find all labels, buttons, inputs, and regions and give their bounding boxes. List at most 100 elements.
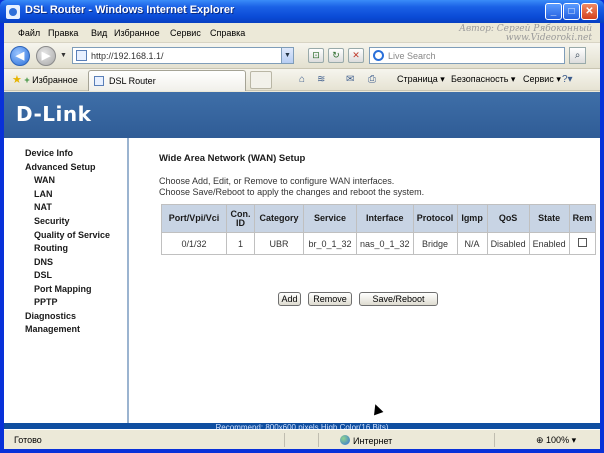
page-menu[interactable]: Страница ▾ — [397, 74, 445, 85]
page-icon — [76, 50, 87, 61]
save-reboot-button[interactable]: Save/Reboot — [359, 292, 438, 306]
status-text: Готово — [14, 435, 42, 445]
sidebar: Device Info Advanced Setup WAN LAN NAT S… — [4, 138, 129, 423]
menu-tools[interactable]: Сервис — [170, 28, 201, 38]
search-icon[interactable]: ⌕ — [569, 47, 586, 64]
status-divider — [318, 433, 319, 447]
star-icon: ★ — [12, 74, 22, 86]
maximize-button[interactable]: □ — [563, 3, 580, 20]
security-zone[interactable]: Интернет — [340, 435, 392, 446]
table-header-row: Port/Vpi/Vci Con. ID Category Service In… — [161, 204, 597, 233]
menu-bar: Файл Правка Вид Избранное Сервис Справка… — [4, 23, 600, 43]
tab-title: DSL Router — [109, 76, 156, 86]
page-description-1: Choose Add, Edit, or Remove to configure… — [159, 176, 395, 186]
sidebar-item-diagnostics[interactable]: Diagnostics — [25, 311, 76, 321]
page-title: Wide Area Network (WAN) Setup — [159, 153, 306, 164]
window-title: DSL Router - Windows Internet Explorer — [25, 4, 235, 16]
zoom-control[interactable]: ⊕ 100% ▾ — [536, 435, 576, 446]
close-button[interactable]: ✕ — [581, 3, 598, 20]
url-dropdown-icon[interactable]: ▼ — [281, 48, 293, 63]
cell-port: 0/1/32 — [161, 232, 227, 255]
web-page: D-Link Device Info Advanced Setup WAN LA… — [4, 92, 600, 423]
address-bar: ◀ ▶ ▼ http://192.168.1.1/ ▼ ⊡ ↻ ✕ Live S… — [4, 43, 600, 69]
new-tab-button[interactable] — [250, 71, 272, 89]
sidebar-item-port-mapping[interactable]: Port Mapping — [34, 284, 92, 294]
sidebar-item-management[interactable]: Management — [25, 324, 80, 334]
sidebar-item-security[interactable]: Security — [34, 216, 70, 226]
status-divider — [494, 433, 495, 447]
remove-checkbox[interactable] — [577, 238, 587, 247]
url-field[interactable]: http://192.168.1.1/ ▼ — [72, 47, 294, 64]
sidebar-item-advanced-setup[interactable]: Advanced Setup — [25, 162, 96, 172]
live-search-icon — [373, 50, 384, 61]
title-bar[interactable]: DSL Router - Windows Internet Explorer _… — [0, 0, 604, 23]
search-field[interactable]: Live Search — [369, 47, 565, 64]
tools-menu[interactable]: Сервис ▾ — [523, 74, 561, 85]
status-divider — [284, 433, 285, 447]
menu-help[interactable]: Справка — [210, 28, 245, 38]
command-bar: ★ + Избранное DSL Router ⌂ ≋ ✉ ⎙ Страниц… — [4, 69, 600, 91]
minimize-button[interactable]: _ — [545, 3, 562, 20]
feeds-icon[interactable]: ≋ — [317, 74, 325, 85]
status-bar: Готово Интернет ⊕ 100% ▾ — [4, 429, 600, 449]
favorites-button[interactable]: ★ + Избранное — [12, 73, 78, 86]
wan-table: Port/Vpi/Vci Con. ID Category Service In… — [161, 204, 597, 255]
col-igmp: Igmp — [456, 204, 488, 233]
menu-favorites[interactable]: Избранное — [114, 28, 160, 38]
ie-icon — [6, 5, 20, 19]
print-icon[interactable]: ⎙ — [368, 74, 376, 85]
browser-client: Файл Правка Вид Избранное Сервис Справка… — [4, 23, 600, 449]
stop-icon[interactable]: ✕ — [348, 48, 364, 63]
sidebar-item-dsl[interactable]: DSL — [34, 270, 52, 280]
help-icon[interactable]: ?▾ — [562, 74, 573, 85]
col-service: Service — [303, 204, 357, 233]
cell-category: UBR — [254, 232, 304, 255]
watermark: Автор: Сергей Рябоконный www.Videoroki.n… — [459, 25, 592, 43]
cell-state: Enabled — [528, 232, 570, 255]
url-text: http://192.168.1.1/ — [91, 51, 164, 61]
cell-protocol: Bridge — [412, 232, 458, 255]
cell-qos: Disabled — [486, 232, 530, 255]
sidebar-item-routing[interactable]: Routing — [34, 243, 68, 253]
mail-icon[interactable]: ✉ — [346, 74, 354, 85]
favorites-label: Избранное — [32, 75, 78, 85]
sidebar-item-pptp[interactable]: PPTP — [34, 297, 58, 307]
remove-button[interactable]: Remove — [308, 292, 352, 306]
browser-window: DSL Router - Windows Internet Explorer _… — [0, 0, 604, 453]
zone-label: Интернет — [353, 436, 393, 446]
menu-file[interactable]: Файл — [18, 28, 40, 38]
col-protocol: Protocol — [412, 204, 458, 233]
tab-page-icon — [94, 76, 104, 86]
main-content: Wide Area Network (WAN) Setup Choose Add… — [131, 138, 600, 409]
col-category: Category — [254, 204, 304, 233]
sidebar-item-device-info[interactable]: Device Info — [25, 148, 73, 158]
refresh-icon[interactable]: ↻ — [328, 48, 344, 63]
sidebar-item-lan[interactable]: LAN — [34, 189, 53, 199]
home-icon[interactable]: ⌂ — [299, 74, 305, 85]
add-button[interactable]: Add — [278, 292, 301, 306]
sidebar-item-nat[interactable]: NAT — [34, 202, 52, 212]
cell-interface: nas_0_1_32 — [356, 232, 414, 255]
col-port: Port/Vpi/Vci — [161, 204, 227, 233]
forward-button[interactable]: ▶ — [36, 46, 56, 66]
sidebar-item-dns[interactable]: DNS — [34, 257, 53, 267]
dlink-banner: D-Link — [4, 92, 600, 138]
menu-view[interactable]: Вид — [91, 28, 107, 38]
search-placeholder: Live Search — [388, 51, 436, 61]
sidebar-item-qos[interactable]: Quality of Service — [34, 230, 110, 240]
col-con-id: Con. ID — [226, 204, 255, 233]
back-button[interactable]: ◀ — [10, 46, 30, 66]
compat-icon[interactable]: ⊡ — [308, 48, 324, 63]
watermark-site: www.Videoroki.net — [505, 33, 592, 43]
page-description-2: Choose Save/Reboot to apply the changes … — [159, 187, 425, 197]
col-remove: Rem — [568, 204, 597, 233]
menu-edit[interactable]: Правка — [48, 28, 78, 38]
col-state: State — [528, 204, 570, 233]
add-favorite-icon: + — [24, 75, 30, 85]
cell-service: br_0_1_32 — [303, 232, 357, 255]
history-dropdown-icon[interactable]: ▼ — [60, 52, 67, 59]
globe-icon — [340, 435, 350, 445]
safety-menu[interactable]: Безопасность ▾ — [451, 74, 515, 85]
tab-dsl-router[interactable]: DSL Router — [88, 70, 246, 91]
sidebar-item-wan[interactable]: WAN — [34, 175, 55, 185]
